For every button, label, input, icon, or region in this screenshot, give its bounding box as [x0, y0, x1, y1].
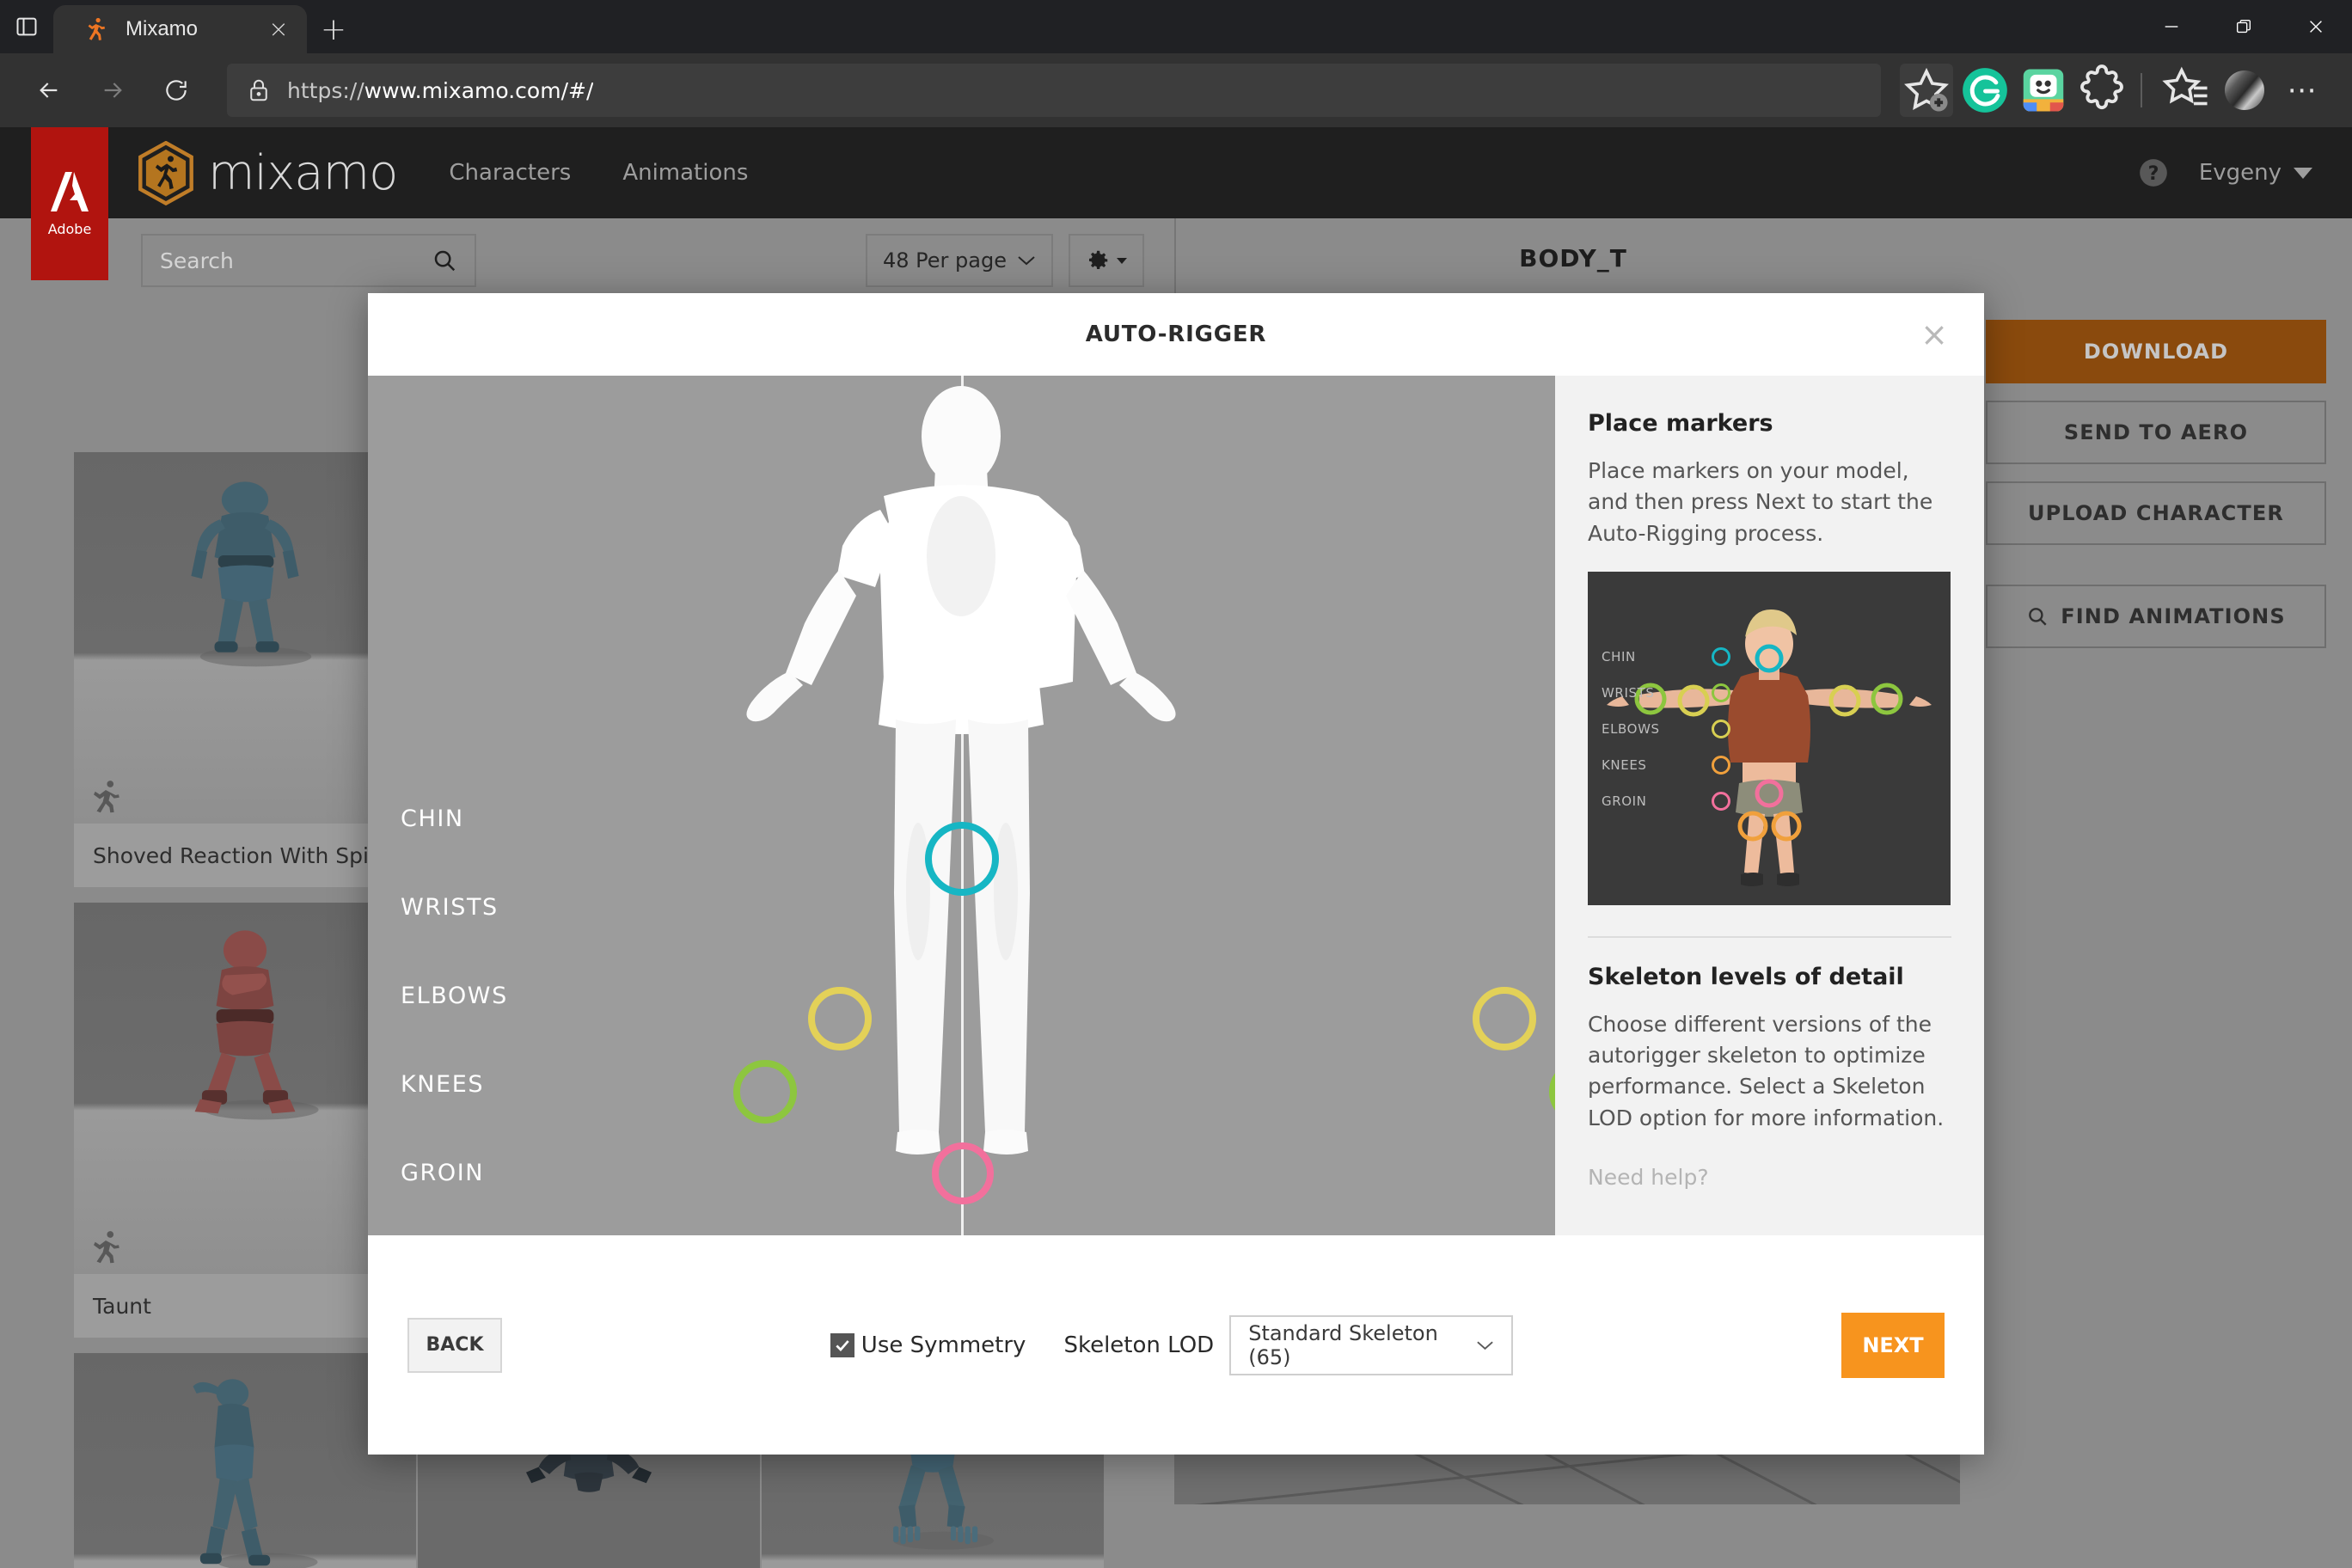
back-button[interactable]: BACK — [407, 1317, 502, 1373]
legend-item-chin: CHIN — [1602, 646, 1730, 666]
puzzle-extension-icon[interactable] — [2075, 64, 2128, 117]
back-navigation-icon[interactable] — [22, 64, 76, 117]
use-symmetry-checkbox[interactable] — [830, 1332, 854, 1357]
marker-groin[interactable] — [932, 1142, 994, 1204]
modal-body: CHIN WRISTS ELBOWS KNEES GROIN Place mar… — [368, 376, 1984, 1235]
modal-title: AUTO-RIGGER — [1085, 322, 1267, 347]
legend-item-knees: KNEES — [1602, 755, 1730, 775]
more-options-icon[interactable]: ⋯ — [2276, 64, 2330, 117]
browser-tab-mixamo[interactable]: Mixamo × — [53, 5, 307, 53]
next-button[interactable]: NEXT — [1841, 1312, 1945, 1378]
titlebar-drag-area — [360, 0, 2135, 53]
reload-icon[interactable] — [150, 64, 203, 117]
legend-label: CHIN — [1602, 648, 1636, 665]
marker-wrist-left[interactable] — [733, 1060, 797, 1124]
modal-footer: BACK Use Symmetry Skeleton LOD Standard … — [368, 1235, 1984, 1455]
legend-color-dot-chin — [1712, 646, 1730, 666]
legend-color-dot-elbows — [1712, 719, 1730, 738]
modal-overlay: AUTO-RIGGER × CHIN WRISTS ELBOWS KNEES G… — [0, 127, 2352, 1568]
adobe-a-icon — [46, 170, 93, 213]
chevron-down-icon — [1477, 1340, 1493, 1350]
ellipsis-glyph: ⋯ — [2287, 73, 2319, 107]
marker-chin-ring[interactable] — [925, 822, 999, 896]
lod-body: Choose different versions of the autorig… — [1588, 1011, 1945, 1130]
legend-label: ELBOWS — [1602, 720, 1660, 737]
adobe-label: Adobe — [47, 221, 92, 237]
humanoid-model — [746, 386, 1176, 1155]
favorite-add-icon[interactable] — [1900, 64, 1953, 117]
marker-label-knees: KNEES — [401, 1071, 485, 1098]
legend-label: KNEES — [1602, 756, 1647, 773]
browser-titlebar: Mixamo × + — [0, 0, 2352, 53]
avatar — [2225, 70, 2264, 110]
legend-label: WRISTS — [1602, 684, 1655, 701]
marker-color-legend: CHIN WRISTS ELBOWS KNEES GROIN — [1602, 646, 1730, 828]
place-markers-heading: Place markers — [1588, 410, 1773, 437]
marker-label-groin: GROIN — [401, 1160, 485, 1186]
legend-color-dot-knees — [1712, 755, 1730, 775]
close-icon[interactable]: × — [1920, 318, 1948, 351]
page-content: mixamo Characters Animations ? Evgeny Ad… — [0, 127, 2352, 1568]
marker-label-chin: CHIN — [401, 805, 464, 832]
restore-button[interactable] — [2208, 0, 2280, 53]
url-text: https://www.mixamo.com/#/ — [287, 77, 594, 103]
marker-label-wrists: WRISTS — [401, 894, 499, 921]
mixamo-runner-icon — [83, 16, 108, 42]
use-symmetry-label: Use Symmetry — [861, 1332, 1026, 1358]
tab-title: Mixamo — [126, 17, 199, 40]
minimize-button[interactable] — [2135, 0, 2208, 53]
browser-toolbar: https://www.mixamo.com/#/ ⋯ — [0, 53, 2352, 127]
collections-icon[interactable] — [2159, 64, 2213, 117]
auto-rigger-modal: AUTO-RIGGER × CHIN WRISTS ELBOWS KNEES G… — [368, 293, 1984, 1455]
legend-color-dot-wrists — [1712, 683, 1730, 702]
sidebar-divider — [1588, 935, 1951, 938]
new-tab-button[interactable]: + — [307, 5, 360, 53]
close-button[interactable] — [2280, 0, 2352, 53]
address-bar[interactable]: https://www.mixamo.com/#/ — [227, 64, 1881, 117]
adobe-logo[interactable]: Adobe — [31, 127, 108, 280]
smile-extension-icon[interactable] — [2017, 64, 2070, 117]
legend-item-groin: GROIN — [1602, 791, 1730, 811]
forward-navigation-icon[interactable] — [86, 64, 139, 117]
reference-image: CHIN WRISTS ELBOWS KNEES GROIN — [1588, 571, 1951, 905]
legend-item-elbows: ELBOWS — [1602, 719, 1730, 738]
marker-label-elbows: ELBOWS — [401, 983, 508, 1009]
window-controls — [2135, 0, 2352, 53]
need-help-link[interactable]: Need help? — [1588, 1165, 1951, 1190]
check-icon — [836, 1339, 849, 1351]
marker-elbow-right[interactable] — [1473, 987, 1536, 1050]
marker-elbow-left[interactable] — [808, 987, 872, 1050]
skeleton-lod-value: Standard Skeleton (65) — [1248, 1320, 1438, 1369]
rig-marker-viewport[interactable]: CHIN WRISTS ELBOWS KNEES GROIN — [368, 376, 1555, 1235]
toolbar-divider — [2141, 73, 2142, 107]
legend-label: GROIN — [1602, 793, 1647, 809]
tab-sidebar-toggle-icon[interactable] — [0, 0, 53, 53]
profile-avatar[interactable] — [2218, 64, 2271, 117]
place-markers-body: Place markers on your model, and then pr… — [1588, 458, 1933, 546]
skeleton-lod-label: Skeleton LOD — [1063, 1332, 1215, 1358]
grammarly-icon[interactable] — [1958, 64, 2012, 117]
legend-color-dot-groin — [1712, 791, 1730, 811]
lock-icon — [246, 77, 272, 103]
lod-heading: Skeleton levels of detail — [1588, 963, 1904, 990]
modal-header: AUTO-RIGGER × — [368, 293, 1984, 376]
footer-center-controls: Use Symmetry Skeleton LOD Standard Skele… — [502, 1314, 1841, 1375]
marker-label-list: CHIN WRISTS ELBOWS KNEES GROIN — [401, 805, 508, 1235]
modal-sidebar: Place markers Place markers on your mode… — [1555, 376, 1984, 1235]
legend-item-wrists: WRISTS — [1602, 683, 1730, 702]
close-icon[interactable]: × — [264, 17, 293, 41]
skeleton-lod-select[interactable]: Standard Skeleton (65) — [1229, 1314, 1514, 1375]
